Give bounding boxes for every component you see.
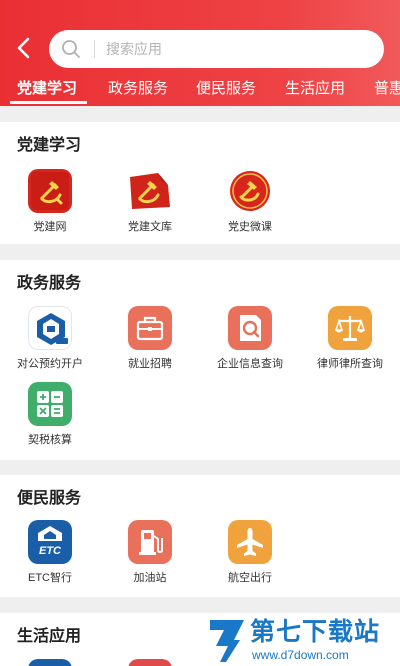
document-search-icon: [228, 306, 272, 350]
airplane-icon: [228, 520, 272, 564]
app-deed-tax-calculator[interactable]: 契税核算: [0, 382, 100, 447]
app-party-history-course[interactable]: 党史微课: [200, 169, 300, 234]
watermark-logo-icon: [210, 620, 244, 662]
app-label: 加油站: [133, 572, 167, 584]
app-party-library[interactable]: 党建文库: [100, 169, 200, 234]
watermark-url: www.d7down.com: [252, 648, 349, 662]
app-label: 律师律所查询: [317, 358, 383, 370]
fuel-pump-icon: [128, 520, 172, 564]
app-corporate-account-booking[interactable]: 对公预约开户: [0, 306, 100, 371]
section-title: 政务服务: [17, 275, 82, 292]
app-company-info-lookup[interactable]: 企业信息查询: [200, 306, 300, 371]
app-label: 就业招聘: [128, 358, 172, 370]
bank-logo-icon: [28, 306, 72, 350]
top-header: 搜索应用 党建学习 政务服务 便民服务 生活应用 普惠: [0, 0, 400, 106]
section-convenience-services: 便民服务 ETC ETC智行 加油站 航空出行: [0, 475, 400, 597]
section-party-study: 党建学习 党建网 党建文库 党史微课: [0, 122, 400, 244]
section-title: 党建学习: [17, 137, 82, 154]
tab-life-apps[interactable]: 生活应用: [285, 78, 345, 100]
tab-inclusive[interactable]: 普惠: [374, 78, 400, 100]
active-tab-indicator: [10, 101, 87, 104]
section-title: 便民服务: [17, 490, 82, 507]
app-job-recruitment[interactable]: 就业招聘: [100, 306, 200, 371]
watermark-title: 第七下载站: [250, 618, 381, 646]
app-etc-smart-travel[interactable]: ETC ETC智行: [0, 520, 100, 585]
app-label: 党建网: [33, 221, 67, 233]
app-party-website[interactable]: 党建网: [0, 169, 100, 234]
app-label: 对公预约开户: [17, 358, 83, 370]
app-icon-partial[interactable]: [28, 659, 72, 666]
tab-government-services[interactable]: 政务服务: [108, 78, 168, 100]
app-label: 企业信息查询: [217, 358, 283, 370]
app-label: 航空出行: [228, 572, 272, 584]
app-air-travel[interactable]: 航空出行: [200, 520, 300, 585]
tab-party-study[interactable]: 党建学习: [17, 78, 77, 100]
tab-convenience-services[interactable]: 便民服务: [196, 78, 256, 100]
search-placeholder[interactable]: 搜索应用: [106, 40, 162, 58]
party-emblem-icon: [28, 169, 72, 213]
app-label: 契税核算: [28, 434, 72, 446]
search-bar[interactable]: 搜索应用: [49, 30, 384, 68]
search-divider: [94, 40, 95, 58]
app-label: ETC智行: [28, 572, 72, 584]
svg-text:ETC: ETC: [39, 545, 62, 557]
app-label: 党建文库: [128, 221, 172, 233]
briefcase-icon: [128, 306, 172, 350]
app-gas-station[interactable]: 加油站: [100, 520, 200, 585]
calculator-icon: [28, 382, 72, 426]
app-lawyer-firm-lookup[interactable]: 律师律所查询: [300, 306, 400, 371]
section-government-services: 政务服务 对公预约开户 就业招聘 企业信息查询 律师律所查询 契税核算: [0, 260, 400, 460]
section-title: 生活应用: [17, 628, 82, 645]
app-label: 党史微课: [228, 221, 272, 233]
party-flag-icon: [128, 169, 172, 213]
etc-logo-icon: ETC: [28, 520, 72, 564]
party-badge-icon: [228, 169, 272, 213]
app-icon-partial[interactable]: [128, 659, 172, 666]
site-watermark: 第七下载站 www.d7down.com: [206, 616, 396, 664]
justice-scales-icon: [328, 306, 372, 350]
back-arrow-icon[interactable]: [12, 36, 36, 60]
search-icon: [62, 40, 80, 58]
